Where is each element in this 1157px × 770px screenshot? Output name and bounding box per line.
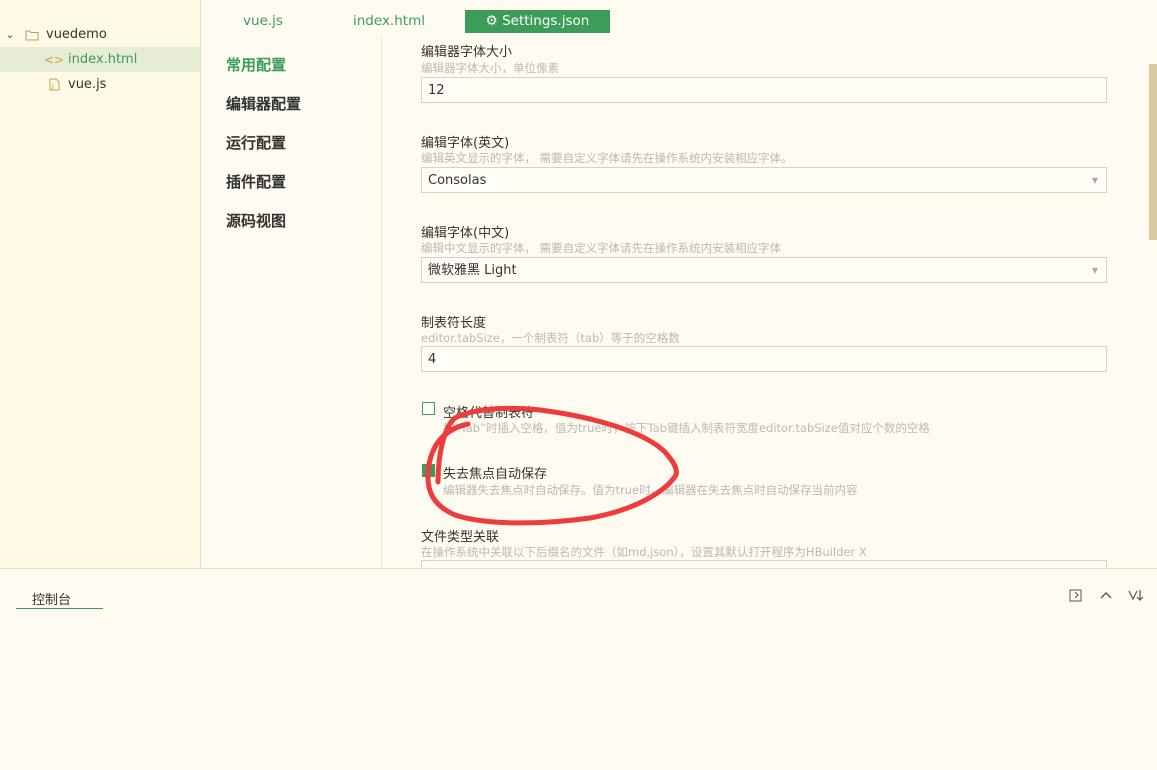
vertical-scrollbar[interactable] xyxy=(1149,64,1157,240)
chevron-up-icon[interactable] xyxy=(1097,588,1115,606)
open-external-icon[interactable] xyxy=(1067,588,1085,606)
font-en-label: 编辑字体(英文) xyxy=(421,136,510,151)
tab-label: vue.js xyxy=(243,13,283,29)
tab-index-html[interactable]: index.html xyxy=(339,10,439,33)
file-assoc-label: 文件类型关联 xyxy=(421,530,500,545)
font-cn-value: 微软雅黑 Light xyxy=(428,263,517,278)
folder-icon xyxy=(24,28,40,42)
font-en-desc: 编辑英文显示的字体， 需要自定义字体请先在操作系统内安装相应字体。 xyxy=(421,151,793,165)
nav-item-source-view[interactable]: 源码视图 xyxy=(226,210,286,231)
tab-size-desc: editor.tabSize，一个制表符（tab）等于的空格数 xyxy=(421,331,680,345)
file-name: index.html xyxy=(68,52,138,67)
tab-vue-js[interactable]: vue.js xyxy=(223,10,303,33)
sort-down-icon[interactable] xyxy=(1127,588,1145,606)
tab-size-label: 制表符长度 xyxy=(421,316,487,331)
console-tab[interactable]: 控制台 xyxy=(16,589,103,609)
nav-item-editor[interactable]: 编辑器配置 xyxy=(226,93,301,114)
font-cn-desc: 编辑中文显示的字体， 需要自定义字体请先在操作系统内安装相应字体 xyxy=(421,241,782,255)
insert-spaces-desc: 按“Tab”时插入空格，值为true时，按下Tab键插入制表符宽度editor.… xyxy=(443,421,930,435)
font-cn-label: 编辑字体(中文) xyxy=(421,226,510,241)
insert-spaces-label: 空格代替制表符 xyxy=(443,406,535,421)
tab-size-input[interactable]: 4 xyxy=(421,346,1107,372)
nav-item-plugin[interactable]: 插件配置 xyxy=(226,171,286,192)
nav-item-run[interactable]: 运行配置 xyxy=(226,132,286,153)
tab-label: Settings.json xyxy=(502,13,590,29)
auto-save-label: 失去焦点自动保存 xyxy=(443,467,548,482)
file-name: vue.js xyxy=(68,77,107,92)
chevron-down-icon[interactable]: ⌄ xyxy=(3,28,17,41)
html-file-icon: <> xyxy=(43,52,65,67)
font-en-value: Consolas xyxy=(428,173,487,188)
settings-content: 编辑器字体大小 编辑器字体大小，单位像素 12 编辑字体(英文) 编辑英文显示的… xyxy=(382,36,1147,568)
js-file-icon: J xyxy=(46,78,62,92)
console-panel: 控制台 xyxy=(0,568,1157,770)
font-size-value: 12 xyxy=(428,83,445,98)
project-sidebar: ⌄ vuedemo <> index.html J vue.js xyxy=(0,0,201,568)
auto-save-checkbox[interactable] xyxy=(422,463,435,477)
tree-item-vue-js[interactable]: J vue.js xyxy=(0,72,200,97)
insert-spaces-checkbox[interactable] xyxy=(422,402,435,415)
project-name: vuedemo xyxy=(46,27,107,42)
font-en-select[interactable]: Consolas ▼ xyxy=(421,167,1107,193)
file-assoc-desc: 在操作系统中关联以下后缀名的文件（如md,json），设置其默认打开程序为HBu… xyxy=(421,545,867,559)
settings-nav: 常用配置 编辑器配置 运行配置 插件配置 源码视图 xyxy=(201,36,382,568)
font-cn-select[interactable]: 微软雅黑 Light ▼ xyxy=(421,257,1107,283)
gear-icon: ⚙ xyxy=(485,13,498,29)
dropdown-caret-icon: ▼ xyxy=(1091,176,1098,185)
tab-settings-json[interactable]: ⚙ Settings.json xyxy=(465,10,610,33)
font-size-desc: 编辑器字体大小，单位像素 xyxy=(421,61,559,75)
nav-item-common[interactable]: 常用配置 xyxy=(226,54,286,75)
svg-text:J: J xyxy=(51,83,54,90)
tab-label: index.html xyxy=(353,13,425,29)
dropdown-caret-icon: ▼ xyxy=(1091,266,1098,275)
file-assoc-input[interactable] xyxy=(421,560,1107,568)
font-size-label: 编辑器字体大小 xyxy=(421,45,513,60)
tree-item-index-html[interactable]: <> index.html xyxy=(0,47,200,72)
editor-tab-bar: vue.js index.html ⚙ Settings.json xyxy=(201,0,1157,36)
tab-size-value: 4 xyxy=(428,352,437,367)
auto-save-desc: 编辑器失去焦点时自动保存。值为true时，编辑器在失去焦点时自动保存当前内容 xyxy=(443,483,858,497)
tree-item-project[interactable]: ⌄ vuedemo xyxy=(0,22,200,47)
font-size-input[interactable]: 12 xyxy=(421,77,1107,103)
